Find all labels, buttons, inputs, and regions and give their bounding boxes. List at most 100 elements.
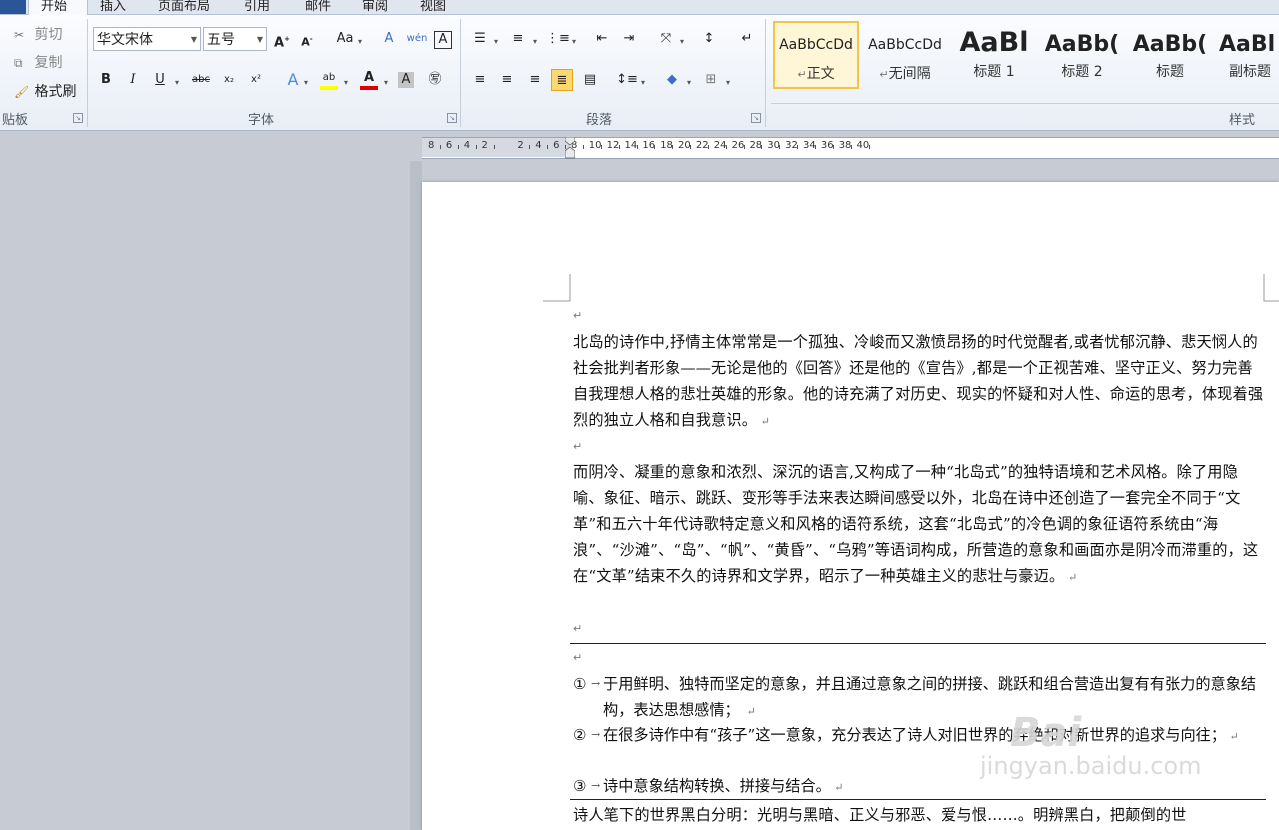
bullets-icon[interactable]: ☰ [469, 28, 491, 50]
align-right-icon[interactable]: ≡ [524, 69, 546, 91]
list-number: ② [573, 726, 587, 744]
chevron-down-icon[interactable]: ▾ [641, 78, 645, 87]
justify-icon[interactable]: ≣ [551, 69, 573, 91]
highlight-icon[interactable]: ab [318, 67, 340, 90]
align-center-icon[interactable]: ≡ [496, 69, 518, 91]
paragraph-group-label: 段落 [586, 113, 613, 128]
subscript-icon[interactable]: x₂ [218, 69, 240, 91]
show-paragraph-marks-icon[interactable]: ↵ [736, 28, 758, 50]
ribbon-tabs: 开始 插入 页面布局 引用 邮件 审阅 视图 [0, 0, 1279, 16]
phonetic-guide-icon[interactable]: wén [406, 28, 428, 50]
distributed-align-icon[interactable]: ▤ [579, 69, 601, 91]
character-shading-icon[interactable]: A [398, 72, 414, 88]
chevron-down-icon[interactable]: ▾ [572, 37, 576, 46]
margin-corner-mark [1263, 274, 1279, 302]
numbering-icon[interactable]: ≡ [507, 28, 529, 50]
chinese-layout-icon[interactable]: ⤧ [655, 28, 677, 50]
character-border-icon[interactable]: A [434, 31, 452, 49]
chevron-down-icon[interactable]: ▾ [494, 37, 498, 46]
font-size-value: 五号 [207, 32, 235, 48]
body-paragraph[interactable]: 诗人笔下的世界黑白分明：光明与黑暗、正义与邪恶、爱与恨……。明辨黑白，把颠倒的世 [573, 802, 1267, 830]
underline-icon[interactable]: U [149, 69, 171, 91]
chevron-down-icon[interactable]: ▾ [304, 78, 308, 87]
style-normal-sample: AaBbCcDd [779, 37, 853, 53]
copy-button[interactable]: ⧉ 复制 [14, 52, 62, 72]
tab-view[interactable]: 视图 [420, 0, 446, 14]
ruler-number: 18 [660, 140, 673, 151]
indent-marker-icon[interactable] [565, 137, 575, 159]
italic-icon[interactable]: I [122, 69, 144, 91]
margin-corner-mark [543, 274, 571, 302]
shading-icon[interactable]: ◆ [661, 69, 683, 91]
line-spacing-icon[interactable]: ↕≡ [616, 69, 638, 91]
chevron-down-icon[interactable]: ▾ [680, 37, 684, 46]
tab-page-layout[interactable]: 页面布局 [158, 0, 210, 14]
chevron-down-icon[interactable]: ▾ [358, 37, 362, 46]
text-effects-icon[interactable]: A [282, 69, 304, 91]
tab-mailings[interactable]: 邮件 [305, 0, 331, 14]
format-painter-button[interactable]: 🖌 格式刷 [14, 81, 76, 101]
clear-format-icon[interactable]: A [378, 28, 400, 50]
chevron-down-icon: ▼ [190, 35, 197, 44]
copy-label: 复制 [34, 55, 63, 71]
watermark-url: jingyan.baidu.com [980, 752, 1202, 780]
cut-button[interactable]: ✂ 剪切 [14, 24, 62, 44]
styles-group-label: 样式 [1229, 113, 1256, 128]
style-normal[interactable]: AaBbCcDd ↵正文 [773, 21, 859, 89]
sort-icon[interactable]: ↕ [698, 28, 720, 50]
ruler-tick [440, 145, 441, 149]
enclosed-character-icon[interactable]: ㊢ [424, 69, 446, 91]
align-left-icon[interactable]: ≡ [469, 69, 491, 91]
body-paragraph[interactable]: 北岛的诗作中,抒情主体常常是一个孤独、冷峻而又激愤昂扬的时代觉醒者,或者忧郁沉静… [573, 329, 1267, 435]
bold-icon[interactable]: B [95, 69, 117, 91]
divider [765, 19, 766, 127]
list-number: ① [573, 675, 587, 693]
ruler-tick [547, 145, 549, 149]
divider [460, 19, 461, 127]
change-case-icon[interactable]: Aa [334, 28, 356, 50]
style-heading-1[interactable]: AaBl 标题 1 [951, 21, 1037, 89]
body-paragraph[interactable]: 而阴冷、凝重的意象和浓烈、深沉的语言,又构成了一种“北岛式”的独特语境和艺术风格… [573, 459, 1267, 591]
superscript-icon[interactable]: x² [245, 69, 267, 91]
paragraph-launcher-icon[interactable]: ↘ [751, 113, 761, 123]
font-color-icon[interactable]: A [358, 67, 380, 90]
font-name-combo[interactable]: 华文宋体 ▼ [93, 27, 201, 51]
grow-font-icon[interactable]: A+ [271, 28, 293, 50]
clipboard-launcher-icon[interactable]: ↘ [73, 113, 83, 123]
strikethrough-icon[interactable]: abc [190, 69, 212, 91]
chevron-down-icon[interactable]: ▾ [384, 78, 388, 87]
ruler-number: 10 [588, 140, 602, 151]
tab-insert[interactable]: 插入 [100, 0, 126, 14]
multilevel-list-icon[interactable]: ⋮≡ [546, 28, 570, 50]
font-launcher-icon[interactable]: ↘ [447, 113, 457, 123]
paragraph-mark-icon: ↵ [879, 68, 889, 81]
chevron-down-icon[interactable]: ▾ [175, 78, 179, 87]
style-title-name: 标题 [1156, 64, 1184, 80]
style-heading-2[interactable]: AaBb( 标题 2 [1039, 21, 1125, 89]
tab-home[interactable]: 开始 [28, 0, 88, 16]
font-size-combo[interactable]: 五号 ▼ [203, 27, 267, 51]
increase-indent-icon[interactable]: ⇥ [618, 28, 640, 50]
tab-review[interactable]: 审阅 [362, 0, 388, 14]
chevron-down-icon[interactable]: ▾ [344, 78, 348, 87]
chevron-down-icon[interactable]: ▾ [533, 37, 537, 46]
style-title[interactable]: AaBb( 标题 [1127, 21, 1213, 89]
style-no-spacing[interactable]: AaBbCcDd ↵无间隔 [862, 21, 948, 89]
style-subtitle-name: 副标题 [1229, 64, 1271, 80]
tab-references[interactable]: 引用 [244, 0, 270, 14]
shrink-font-icon[interactable]: A- [296, 28, 318, 50]
format-painter-label: 格式刷 [34, 84, 77, 100]
ruler-tick [707, 145, 709, 149]
file-tab[interactable] [0, 0, 26, 14]
ruler-tick [582, 145, 584, 149]
decrease-indent-icon[interactable]: ⇤ [591, 28, 613, 50]
borders-icon[interactable]: ⊞ [700, 69, 722, 91]
style-subtitle[interactable]: AaBl 副标题 [1215, 21, 1279, 89]
ruler-tick [850, 145, 852, 149]
chevron-down-icon[interactable]: ▾ [726, 78, 730, 87]
font-name-value: 华文宋体 [97, 32, 153, 48]
ruler-tick [690, 145, 692, 149]
chevron-down-icon[interactable]: ▾ [687, 78, 691, 87]
page-shadow [410, 161, 422, 830]
ribbon: ✂ 剪切 ⧉ 复制 🖌 格式刷 贴板 ↘ 华文宋体 ▼ 五号 ▼ A+ A- Aa … [0, 15, 1279, 131]
